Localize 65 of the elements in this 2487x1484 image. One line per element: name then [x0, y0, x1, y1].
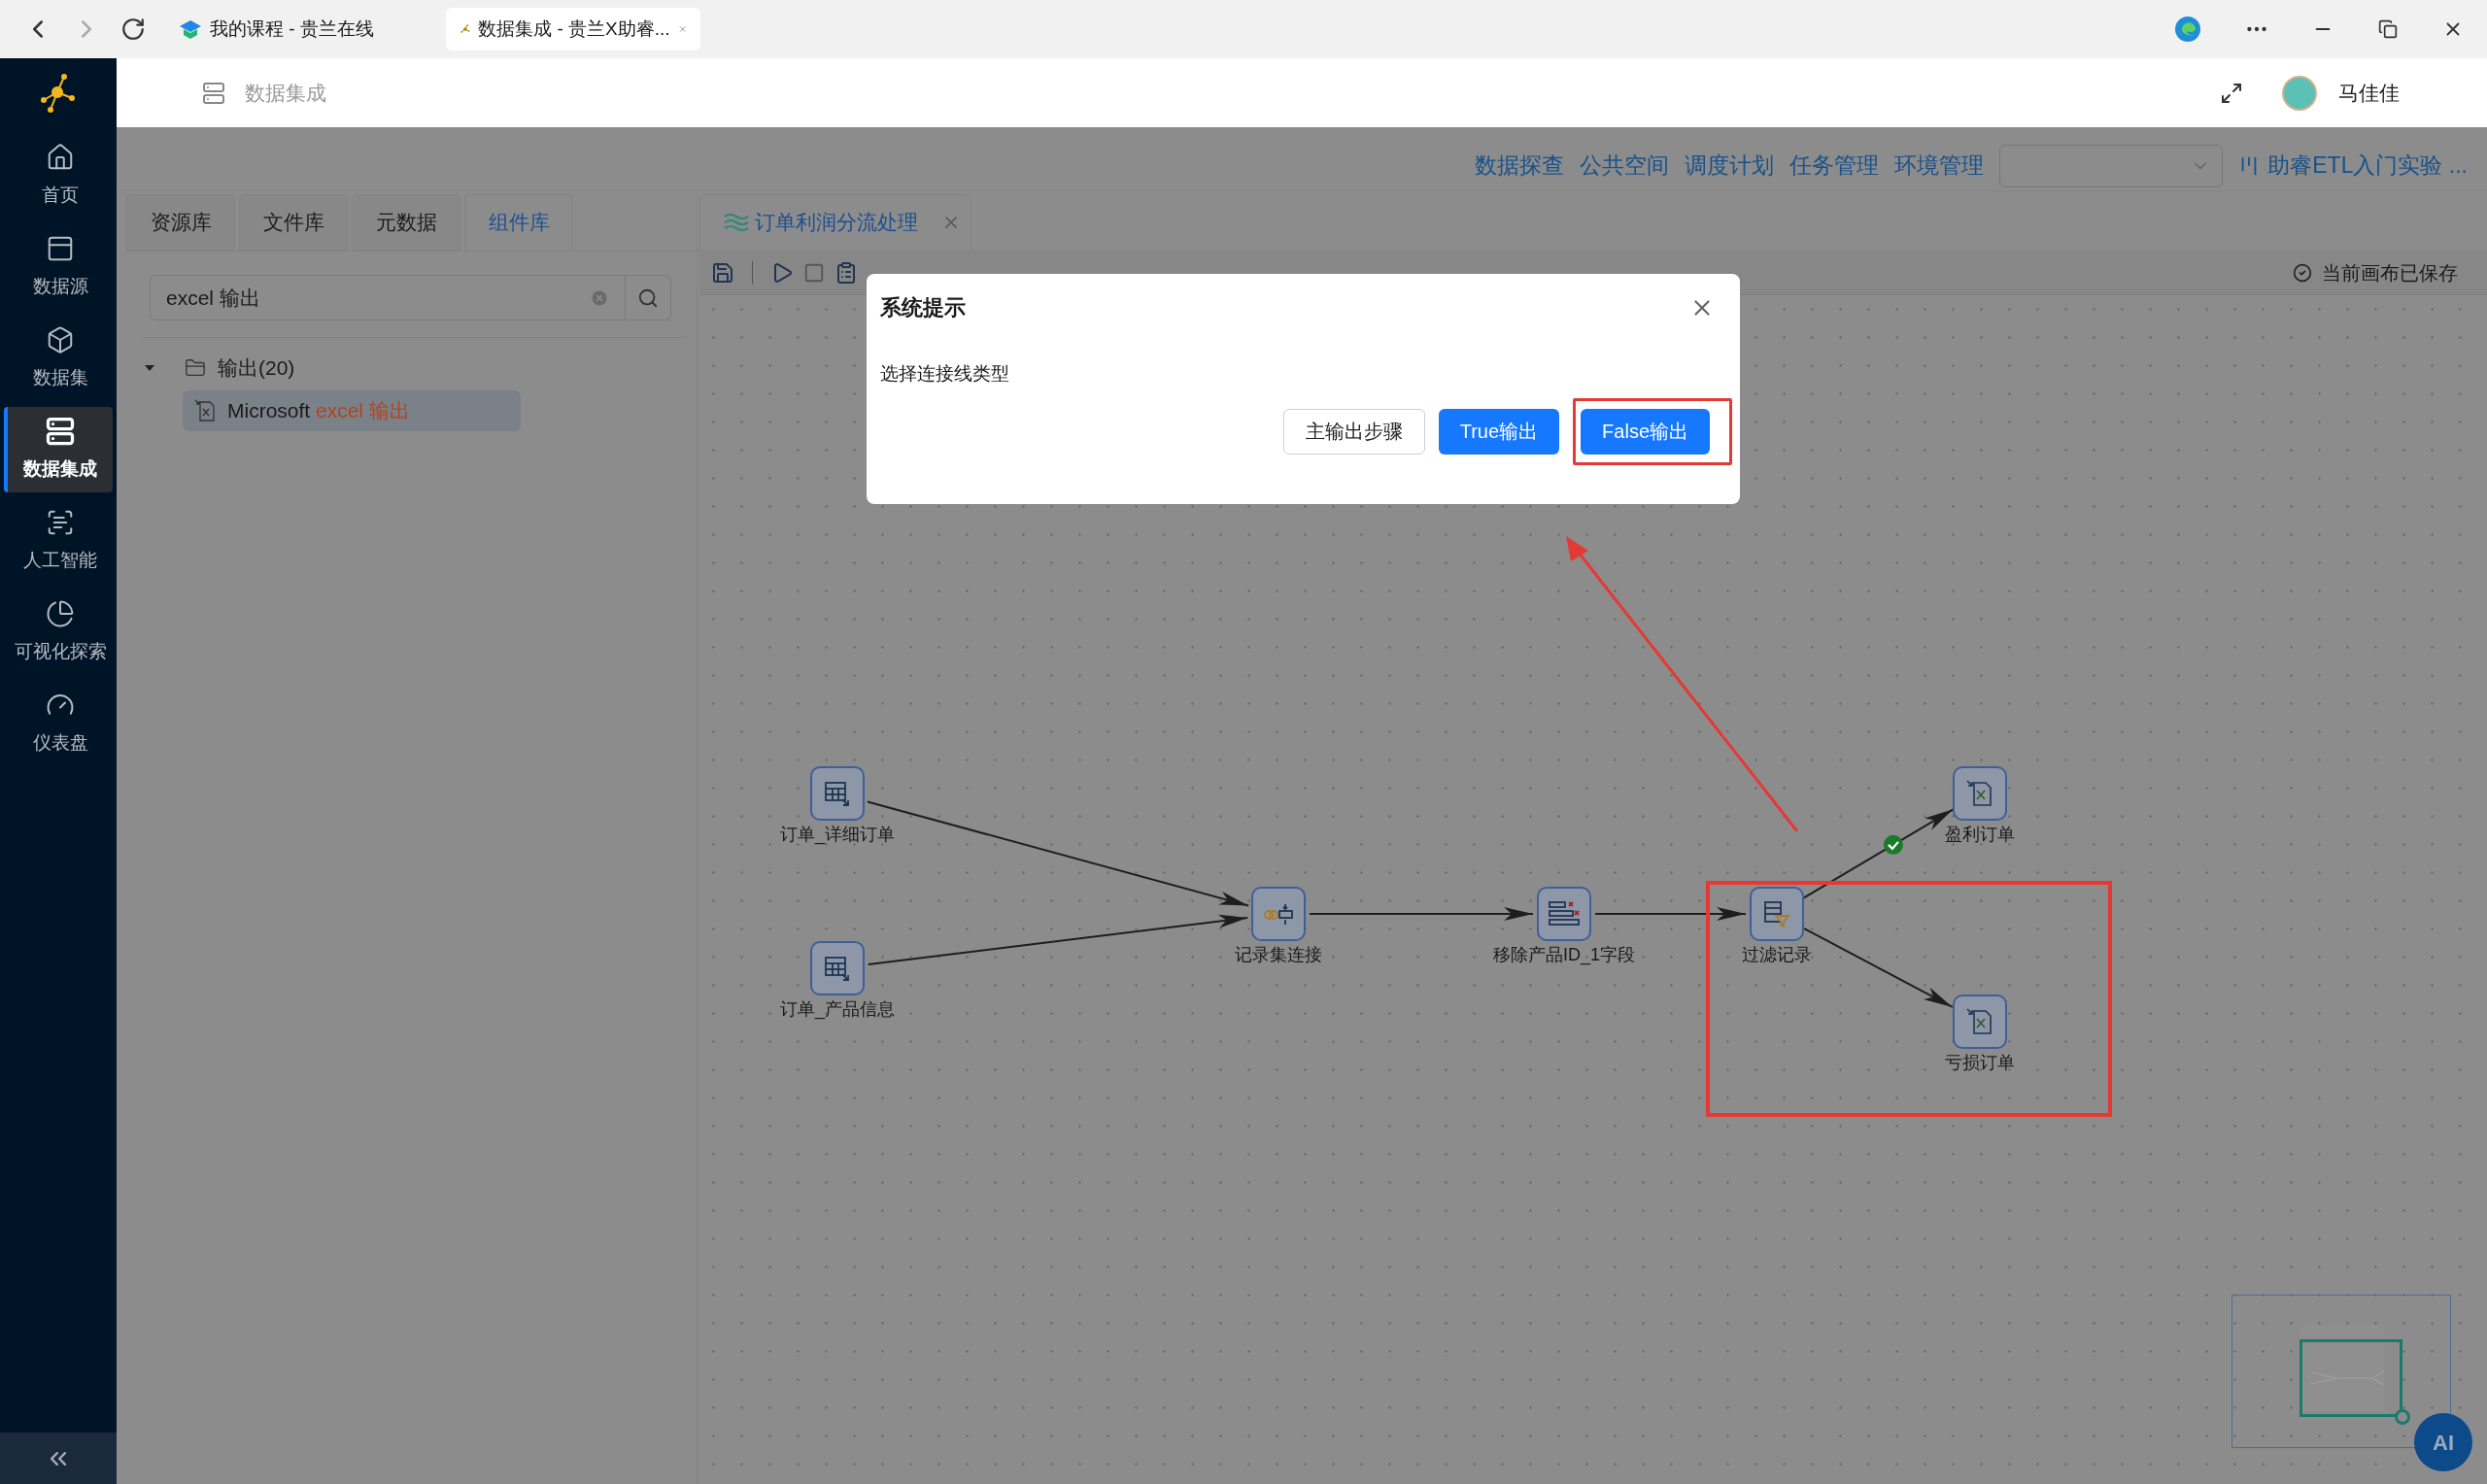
nav-icon [46, 324, 75, 354]
panel-tab[interactable]: 文件库 [239, 194, 348, 251]
save-icon[interactable] [711, 261, 734, 285]
flow-node[interactable] [810, 941, 865, 995]
dialog-button[interactable]: True输出 [1438, 408, 1560, 455]
node-label: 过滤记录 [1742, 944, 1812, 966]
save-status: 当前画布已保存 [2322, 261, 2458, 286]
sidebar-item[interactable]: 仪表盘 [4, 681, 113, 766]
graduation-cap-icon [179, 18, 202, 40]
folder-icon [185, 357, 206, 379]
search-field[interactable]: excel 输出 [150, 275, 626, 320]
tree-item[interactable]: Microsoft excel 输出 [183, 390, 521, 431]
sidebar-item[interactable]: 可视化探索 [4, 590, 113, 675]
nav-icon [46, 142, 75, 172]
stop-icon[interactable] [803, 262, 825, 284]
panel-tab[interactable]: 资源库 [126, 194, 235, 251]
panel-tab[interactable]: 元数据 [352, 194, 460, 251]
restore-icon[interactable] [2378, 19, 2398, 39]
sidebar-item[interactable]: 数据源 [4, 224, 113, 310]
excel-file-icon [1965, 779, 1994, 808]
browser-tab[interactable]: 我的课程 - 贵兰在线 [165, 8, 388, 51]
node-label: 记录集连接 [1235, 944, 1322, 966]
nav-icon [46, 598, 75, 628]
excel-file-icon [1965, 1007, 1994, 1036]
node-label: 订单_详细订单 [780, 824, 895, 847]
breadcrumb: 数据集成 [245, 80, 326, 106]
flow-node[interactable] [1251, 887, 1306, 941]
dialog-title: 系统提示 [880, 294, 967, 321]
sidebar-item[interactable]: 数据集 [4, 316, 113, 401]
user-name[interactable]: 马佳佳 [2338, 77, 2400, 109]
node-label: 移除产品ID_1字段 [1493, 944, 1635, 967]
flow-node[interactable] [1953, 766, 2007, 821]
sidebar-item[interactable]: 数据集成 [4, 407, 113, 492]
table-icon [823, 779, 852, 808]
dialog-message: 选择连接线类型 [880, 362, 1010, 386]
check-circle-icon [2293, 263, 2312, 283]
table-icon [823, 954, 852, 983]
flow-node[interactable] [810, 766, 865, 821]
sidebar-item[interactable]: 首页 [4, 133, 113, 219]
reload-icon[interactable] [120, 17, 146, 42]
flow-node[interactable] [1537, 887, 1591, 941]
search-button[interactable] [626, 275, 671, 320]
excel-file-icon [194, 399, 216, 422]
flow-node[interactable] [1953, 995, 2007, 1049]
dialog-button[interactable]: False输出 [1581, 408, 1710, 455]
node-label: 亏损订单 [1945, 1052, 2015, 1074]
filter-icon [1762, 899, 1791, 928]
node-label: 订单_产品信息 [780, 998, 895, 1022]
node-label: 盈利订单 [1945, 824, 2015, 846]
waves-icon [724, 214, 749, 231]
field-list-icon [1548, 899, 1581, 928]
browser-tab[interactable]: 数据集成 - 贵兰X助睿... [445, 8, 700, 51]
nav-icon [46, 416, 75, 446]
preview-icon[interactable] [835, 261, 858, 285]
flow-node[interactable] [1750, 887, 1804, 941]
user-avatar[interactable] [2282, 75, 2317, 111]
ai-button[interactable]: AI [2414, 1413, 2472, 1471]
sidebar-item[interactable]: 人工智能 [4, 498, 113, 584]
tree-node-label[interactable]: 输出(20) [218, 353, 295, 384]
server-icon [202, 81, 225, 105]
search-icon [637, 287, 659, 309]
dialog-button[interactable]: 主输出步骤 [1282, 408, 1425, 455]
resize-handle[interactable] [2395, 1409, 2410, 1425]
fullscreen-icon[interactable] [2220, 81, 2243, 105]
browser-logo-icon [2174, 16, 2201, 43]
